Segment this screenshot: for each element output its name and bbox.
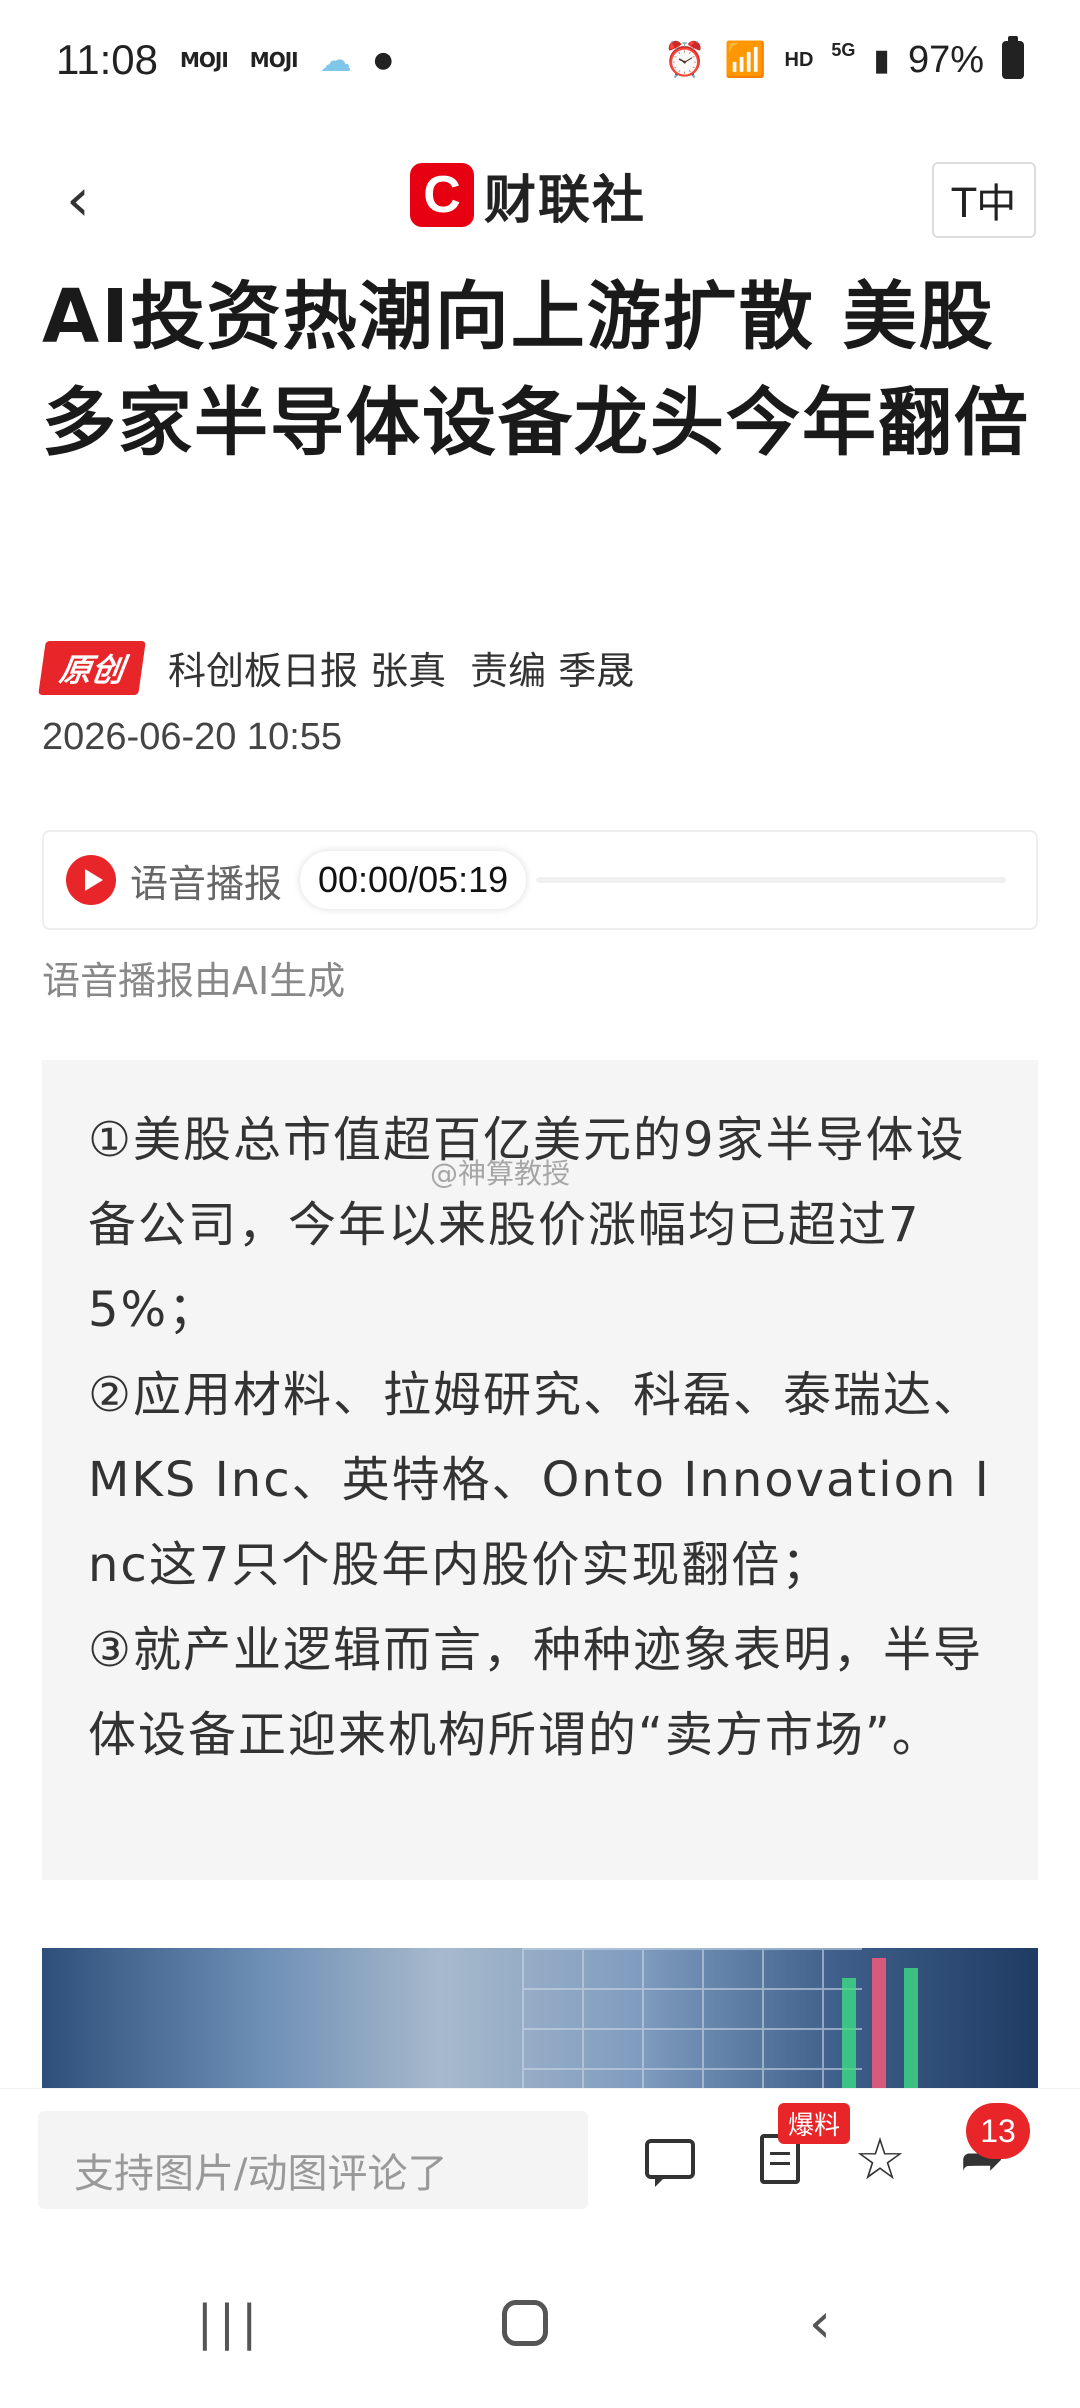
hot-badge: 爆料 [778,2103,851,2144]
font-size-toggle-button[interactable]: T中 [932,162,1036,238]
comment-input[interactable]: 支持图片/动图评论了 [38,2111,588,2209]
logo-text: 财联社 [484,170,647,231]
audio-time[interactable]: 00:00/05:19 [300,851,527,909]
candle-graphic [904,1968,918,2088]
comment-icon[interactable] [640,2129,700,2189]
byline: 原创 科创板日报 张真 责编 季晟 [38,640,635,695]
article-editor: 责编 季晟 [470,649,635,693]
status-time: 11:08 [56,36,158,83]
back-button[interactable]: ‹ [48,160,108,240]
bottom-action-bar: 支持图片/动图评论了 爆料 ☆ ➦ 13 [0,2088,1080,2238]
play-icon[interactable] [66,855,116,905]
candle-graphic [842,1978,856,2088]
article-date: 2026-06-20 10:55 [42,716,343,758]
moji-app-icon: MOJI [180,48,229,72]
battery-icon [1002,36,1024,79]
signal-icon: ▮ [873,43,890,77]
chevron-left-icon: ‹ [66,165,90,235]
chip-wafer-graphic [522,1948,862,2088]
share-count-badge: 13 [966,2103,1030,2159]
battery-percent: 97% [907,38,984,81]
system-nav-bar: ||| ‹ [0,2238,1080,2408]
network-indicator: 5G [831,39,856,60]
summary-point-2: ②应用材料、拉姆研究、科磊、泰瑞达、MKS Inc、英特格、Onto Innov… [88,1367,991,1593]
article-source: 科创板日报 张真 [168,649,447,693]
hd-indicator: HD [784,48,814,71]
audio-progress-track[interactable] [536,877,1006,883]
app-logo: C 财联社 [410,160,647,231]
audio-player: 语音播报 00:00/05:19 [42,830,1038,930]
article-title: AI投资热潮向上游扩散 美股多家半导体设备龙头今年翻倍 [42,274,1030,466]
watermark: @神算教授 [430,1157,571,1190]
logo-mark: C [410,163,474,227]
audio-label: 语音播报 [130,861,283,906]
cloud-icon: ☁ [319,41,352,79]
dot-icon: ● [373,47,393,73]
home-button[interactable] [480,2288,570,2358]
summary-point-3: ③就产业逻辑而言，种种迹象表明，半导体设备正迎来机构所谓的“卖方市场”。 [88,1622,984,1763]
app-header: ‹ C 财联社 T中 [0,120,1080,280]
home-icon [502,2300,548,2346]
candle-graphic [872,1958,886,2088]
recent-apps-button[interactable]: ||| [185,2288,275,2358]
alarm-icon: ⏰ [663,41,707,79]
moji-app-icon-2: MOJI [249,48,299,72]
article-image[interactable] [42,1948,1038,2088]
original-badge: 原创 [38,640,146,695]
wifi-icon: 📶 [724,41,767,79]
status-bar: 11:08 MOJI MOJI ☁ ● ⏰ 📶 HD 5G ▮ 97% [0,0,1080,120]
summary-point-1: ①美股总市值超百亿美元的9家半导体设备公司，今年以来股价涨幅均已超过75%； [88,1112,966,1338]
audio-note: 语音播报由AI生成 [42,959,346,1003]
system-back-button[interactable]: ‹ [775,2288,865,2358]
star-icon[interactable]: ☆ [850,2125,910,2193]
